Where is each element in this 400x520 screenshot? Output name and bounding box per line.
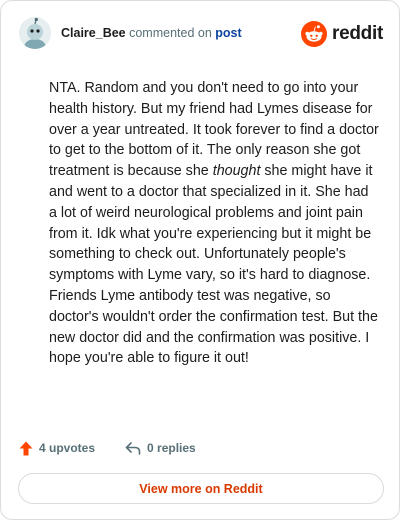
reply-arrow-icon (125, 442, 141, 455)
user-avatar[interactable] (19, 17, 51, 49)
commented-on-label: commented on (129, 26, 212, 40)
comment-header: Claire_Bee commented on post reddit (19, 17, 383, 53)
comment-body-part-2: she might have it and went to a doctor t… (49, 163, 378, 367)
comment-body: NTA. Random and you don't need to go int… (49, 78, 379, 369)
username-link[interactable]: Claire_Bee (61, 26, 126, 40)
comment-actions: 4 upvotes 0 replies (19, 438, 196, 458)
view-more-button[interactable]: View more on Reddit (18, 473, 384, 504)
comment-body-emphasis: thought (212, 163, 261, 180)
reddit-snoo-icon (301, 21, 328, 47)
comment-meta: Claire_Bee commented on post (61, 26, 242, 40)
post-link[interactable]: post (215, 26, 241, 40)
reddit-wordmark: reddit (332, 23, 383, 44)
upvote-arrow-icon (19, 441, 33, 455)
reply-count: 0 replies (147, 441, 196, 455)
avatar-icon (19, 17, 51, 49)
embed-card: Claire_Bee commented on post reddit NTA.… (0, 0, 400, 520)
upvote-button[interactable]: 4 upvotes (19, 441, 95, 456)
reddit-logo[interactable]: reddit (301, 21, 383, 47)
upvote-count: 4 upvotes (39, 441, 96, 455)
reply-button[interactable]: 0 replies (125, 441, 196, 455)
